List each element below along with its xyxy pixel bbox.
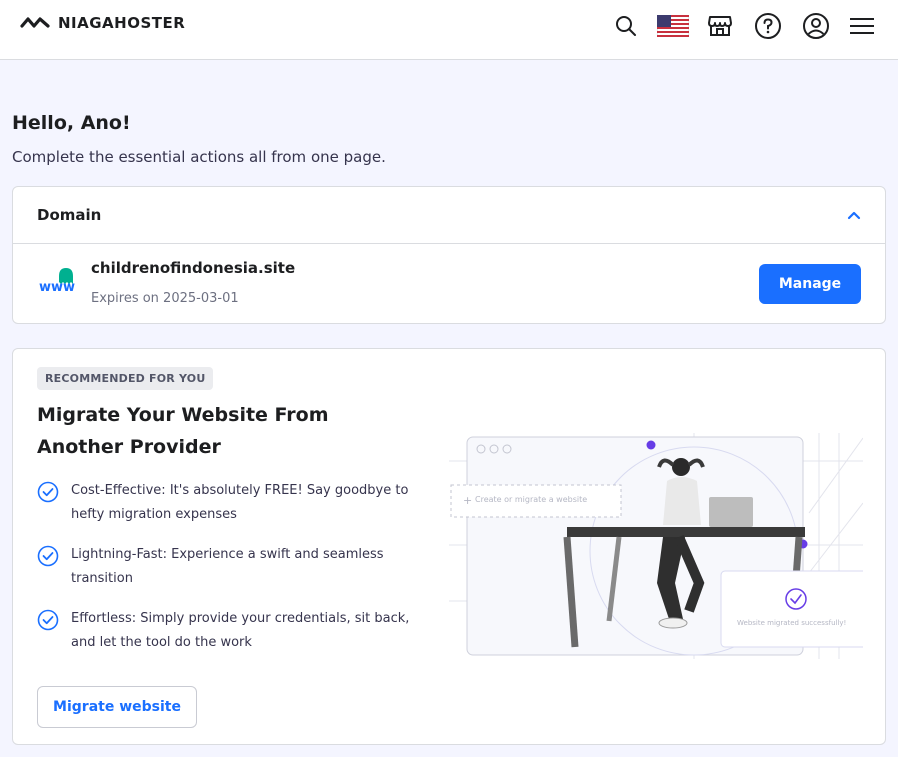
success-label: Website migrated successfully!: [737, 619, 847, 627]
recommended-badge: RECOMMENDED FOR YOU: [37, 367, 214, 390]
check-circle-icon: [37, 545, 59, 567]
migration-promo-card: RECOMMENDED FOR YOU Migrate Your Website…: [12, 348, 886, 745]
feature-item: Lightning-Fast: Experience a swift and s…: [37, 543, 417, 591]
niagahoster-logo-icon: [20, 17, 50, 28]
domain-row: www childrenofindonesia.site Expires on …: [13, 244, 885, 324]
us-flag-icon[interactable]: [656, 10, 690, 42]
store-icon[interactable]: [704, 10, 736, 42]
manage-button[interactable]: Manage: [759, 264, 861, 304]
domain-card-header[interactable]: Domain: [13, 187, 885, 244]
help-icon[interactable]: [752, 10, 784, 42]
greeting-title: Hello, Ano!: [12, 112, 131, 134]
check-circle-icon: [37, 609, 59, 631]
promo-title: Migrate Your Website From Another Provid…: [37, 404, 329, 458]
feature-text: Lightning-Fast: Experience a swift and s…: [71, 547, 384, 586]
feature-text: Cost-Effective: It's absolutely FREE! Sa…: [71, 483, 409, 522]
www-label: www: [39, 280, 75, 295]
create-website-label: Create or migrate a website: [475, 495, 588, 504]
domain-name[interactable]: childrenofindonesia.site: [91, 259, 295, 277]
menu-icon[interactable]: [846, 10, 878, 42]
brand-name: NIAGAHOSTER: [58, 14, 186, 32]
svg-text:+: +: [463, 494, 472, 507]
chevron-up-icon[interactable]: [847, 210, 861, 220]
feature-text: Effortless: Simply provide your credenti…: [71, 611, 410, 650]
top-navbar: NIAGAHOSTER: [0, 0, 898, 60]
check-circle-icon: [37, 481, 59, 503]
www-domain-icon: www: [39, 268, 75, 295]
greeting-subtitle: Complete the essential actions all from …: [12, 148, 386, 166]
domain-expiry: Expires on 2025-03-01: [91, 291, 239, 306]
domain-card: Domain www childrenofindonesia.site Expi…: [12, 186, 886, 324]
feature-item: Cost-Effective: It's absolutely FREE! Sa…: [37, 479, 417, 527]
migration-illustration: + Create or migrate a website Website mi…: [449, 433, 870, 659]
brand-logo[interactable]: NIAGAHOSTER: [20, 14, 185, 32]
feature-item: Effortless: Simply provide your credenti…: [37, 607, 417, 655]
search-icon[interactable]: [610, 10, 642, 42]
account-icon[interactable]: [800, 10, 832, 42]
domain-section-title: Domain: [37, 206, 102, 224]
migrate-website-button[interactable]: Migrate website: [37, 686, 197, 728]
